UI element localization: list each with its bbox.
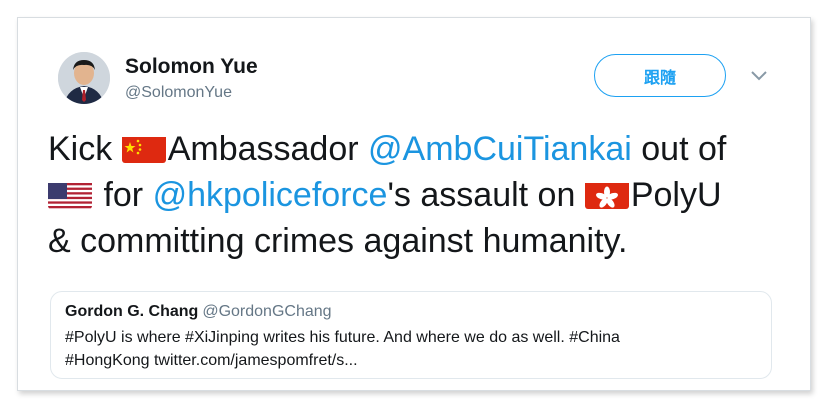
quoted-tweet-text: #PolyU is where #XiJinping writes his fu… <box>65 326 757 372</box>
quoted-author-handle: @GordonGChang <box>202 303 332 320</box>
quoted-author-name: Gordon G. Chang <box>65 303 199 320</box>
tweet-text: Kick Ambassador @AmbCuiTiankai out of fo… <box>48 126 788 264</box>
tweet-text-segment: Kick <box>48 130 122 168</box>
quoted-tweet-header: Gordon G. Chang @GordonGChang <box>65 302 757 322</box>
mention-link[interactable]: @AmbCuiTiankai <box>368 130 632 168</box>
tweet-text-segment: & committing crimes against humanity. <box>48 222 628 260</box>
tweet-text-segment: 's assault on <box>387 176 585 214</box>
tweet-text-segment: PolyU <box>630 176 722 214</box>
tweet-text-segment: for <box>94 176 153 214</box>
mention-link[interactable]: @hkpoliceforce <box>153 176 388 214</box>
tweet-text-segment: out of <box>631 130 727 168</box>
follow-button[interactable]: 跟隨 <box>594 54 726 97</box>
us-flag-icon <box>48 179 92 209</box>
tweet-card: Solomon Yue @SolomonYue 跟隨 Kick Ambassad… <box>17 17 811 391</box>
quoted-tweet-line: #HongKong twitter.com/jamespomfret/s... <box>65 352 358 369</box>
author-name[interactable]: Solomon Yue <box>125 55 258 79</box>
quoted-tweet-line: #PolyU is where #XiJinping writes his fu… <box>65 329 620 346</box>
author-handle[interactable]: @SolomonYue <box>125 84 232 102</box>
quoted-tweet[interactable]: Gordon G. Chang @GordonGChang #PolyU is w… <box>50 291 772 379</box>
hong-kong-flag-icon <box>584 179 629 209</box>
chevron-down-icon[interactable] <box>751 71 767 81</box>
avatar-photo <box>58 52 110 104</box>
china-flag-icon <box>121 133 166 163</box>
avatar[interactable] <box>58 52 110 104</box>
tweet-text-segment: Ambassador <box>167 130 369 168</box>
